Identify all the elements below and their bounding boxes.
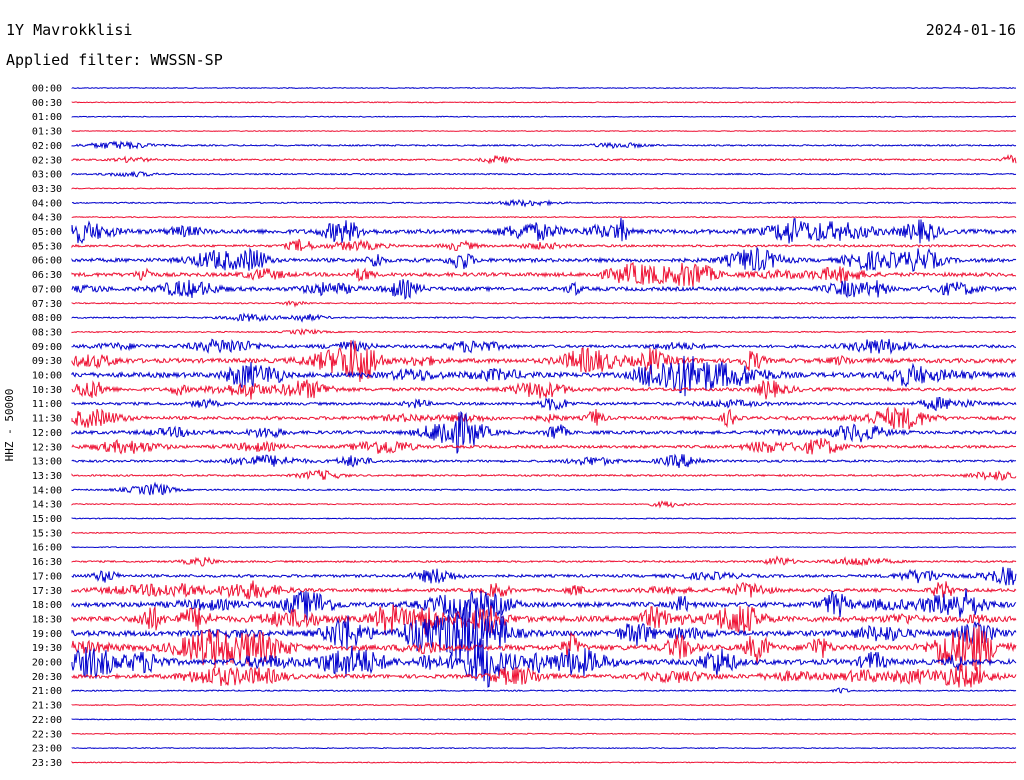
time-tick-label: 23:00 bbox=[32, 744, 62, 755]
trace-line bbox=[71, 154, 1017, 165]
trace-line bbox=[71, 115, 1017, 118]
time-tick-label: 12:30 bbox=[32, 442, 62, 453]
trace-line bbox=[71, 279, 1017, 300]
trace-line bbox=[71, 216, 1017, 219]
trace-line bbox=[71, 86, 1016, 90]
trace-line bbox=[71, 555, 1017, 567]
time-tick-label: 17:30 bbox=[32, 586, 62, 597]
trace-line bbox=[71, 703, 1017, 707]
time-tick-label: 03:00 bbox=[32, 170, 62, 181]
time-tick-label: 16:30 bbox=[32, 557, 62, 568]
time-tick-label: 22:30 bbox=[32, 729, 62, 740]
time-tick-label: 05:00 bbox=[32, 227, 62, 238]
trace-line bbox=[71, 246, 1017, 272]
time-tick-label: 15:30 bbox=[32, 528, 62, 539]
trace-line bbox=[71, 327, 1017, 336]
trace-line bbox=[71, 130, 1017, 133]
trace-line bbox=[71, 379, 1017, 400]
trace-line bbox=[71, 580, 1017, 600]
trace-line bbox=[71, 718, 1017, 721]
trace-line bbox=[71, 546, 1017, 549]
trace-line bbox=[71, 261, 1017, 288]
trace-line bbox=[71, 566, 1017, 586]
time-tick-label: 06:30 bbox=[32, 270, 62, 281]
trace-line bbox=[71, 312, 1017, 323]
time-tick-label: 21:00 bbox=[32, 686, 62, 697]
time-tick-label: 10:00 bbox=[32, 371, 62, 382]
trace-line bbox=[71, 761, 1017, 764]
trace-line bbox=[71, 531, 1017, 535]
time-tick-label: 01:00 bbox=[32, 112, 62, 123]
time-tick-label: 16:00 bbox=[32, 543, 62, 554]
trace-line bbox=[71, 453, 1017, 468]
trace-line bbox=[71, 170, 1017, 178]
trace-line bbox=[71, 500, 1017, 509]
time-tick-label: 00:30 bbox=[32, 98, 62, 109]
trace-group bbox=[71, 86, 1017, 764]
time-tick-label: 21:30 bbox=[32, 701, 62, 712]
trace-line bbox=[71, 300, 1016, 308]
time-tick-label: 13:30 bbox=[32, 471, 62, 482]
trace-line bbox=[71, 355, 1016, 397]
trace-line bbox=[71, 687, 1017, 694]
trace-line bbox=[71, 397, 1017, 412]
time-tick-label: 18:30 bbox=[32, 614, 62, 625]
time-tick-label: 06:00 bbox=[32, 256, 62, 267]
time-tick-label: 00:00 bbox=[32, 84, 62, 95]
y-axis-label: HHZ - 50000 bbox=[3, 389, 16, 462]
time-tick-label: 07:30 bbox=[32, 299, 62, 310]
trace-line bbox=[71, 101, 1016, 104]
time-tick-label: 08:00 bbox=[32, 313, 62, 324]
trace-line bbox=[71, 217, 1017, 244]
time-tick-label: 01:30 bbox=[32, 127, 62, 138]
time-tick-label: 11:00 bbox=[32, 399, 62, 410]
time-tick-label: 13:00 bbox=[32, 457, 62, 468]
time-tick-label: 20:30 bbox=[32, 672, 62, 683]
trace-line bbox=[71, 437, 1017, 455]
time-tick-label: 02:30 bbox=[32, 155, 62, 166]
trace-line bbox=[71, 517, 1017, 520]
trace-line bbox=[71, 198, 1017, 208]
time-tick-label: 04:30 bbox=[32, 213, 62, 224]
trace-line bbox=[71, 588, 1017, 622]
time-tick-label: 02:00 bbox=[32, 141, 62, 152]
time-tick-label: 15:00 bbox=[32, 514, 62, 525]
time-tick-label: 03:30 bbox=[32, 184, 62, 195]
time-tick-label: 22:00 bbox=[32, 715, 62, 726]
trace-line bbox=[71, 747, 1017, 750]
trace-line bbox=[71, 406, 1017, 430]
time-tick-label: 14:00 bbox=[32, 485, 62, 496]
time-tick-label: 05:30 bbox=[32, 241, 62, 252]
time-tick-label: 09:00 bbox=[32, 342, 62, 353]
time-tick-label: 09:30 bbox=[32, 356, 62, 367]
time-tick-label: 10:30 bbox=[32, 385, 62, 396]
helicorder-plot: 00:00 00:30 01:00 01:30 02:00 02:30 03:00 03:30… bbox=[3, 84, 1017, 769]
time-tick-label: 17:00 bbox=[32, 571, 62, 582]
time-tick-label: 19:00 bbox=[32, 629, 62, 640]
time-tick-label: 11:30 bbox=[32, 414, 62, 425]
time-tick-label: 18:00 bbox=[32, 600, 62, 611]
trace-line bbox=[71, 338, 1017, 355]
time-tick-label: 04:00 bbox=[32, 198, 62, 209]
time-tick-group: 00:00 00:30 01:00 01:30 02:00 02:30 03:00 03:30… bbox=[32, 84, 62, 769]
time-tick-label: 23:30 bbox=[32, 758, 62, 769]
time-tick-label: 12:00 bbox=[32, 428, 62, 439]
time-tick-label: 14:30 bbox=[32, 500, 62, 511]
trace-line bbox=[71, 238, 1017, 252]
trace-line bbox=[71, 140, 1017, 150]
trace-line bbox=[71, 187, 1017, 190]
time-tick-label: 19:30 bbox=[32, 643, 62, 654]
trace-line bbox=[71, 732, 1017, 735]
time-tick-label: 20:00 bbox=[32, 658, 62, 669]
time-tick-label: 07:00 bbox=[32, 284, 62, 295]
trace-line bbox=[71, 469, 1017, 481]
time-tick-label: 08:30 bbox=[32, 327, 62, 338]
trace-line bbox=[71, 481, 1017, 496]
